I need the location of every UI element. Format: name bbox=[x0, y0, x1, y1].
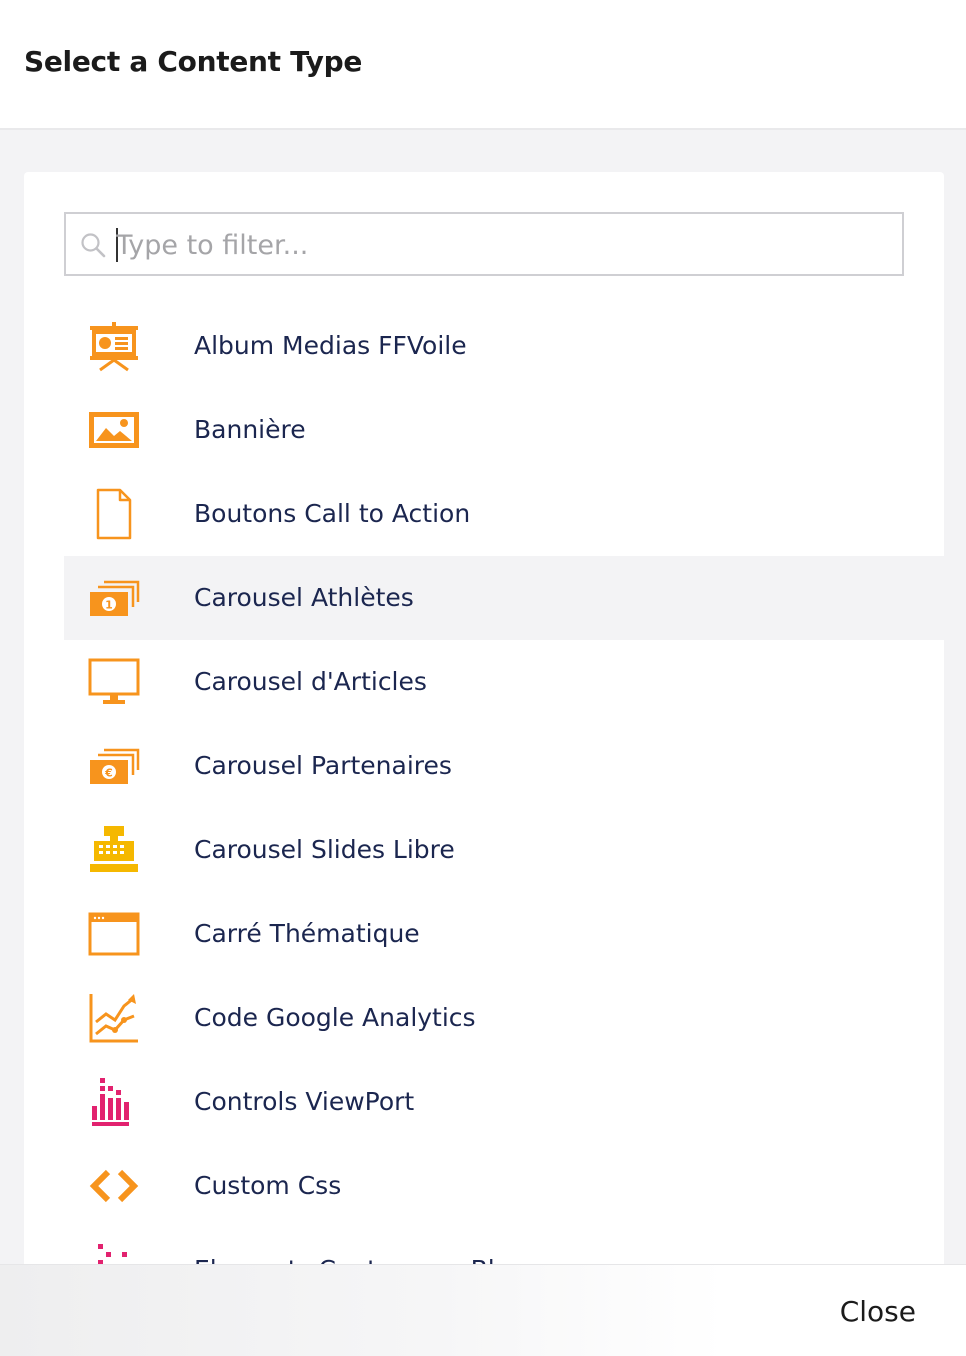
close-button[interactable]: Close bbox=[840, 1295, 916, 1328]
content-type-label: Bannière bbox=[194, 415, 306, 444]
content-type-item-album-medias[interactable]: Album Medias FFVoile bbox=[64, 304, 944, 388]
content-type-label: Code Google Analytics bbox=[194, 1003, 476, 1032]
content-type-label: Boutons Call to Action bbox=[194, 499, 471, 528]
content-type-item-carousel-articles[interactable]: Carousel d'Articles bbox=[64, 640, 944, 724]
dialog-footer: Close bbox=[0, 1264, 966, 1356]
content-type-item-carre-thematique[interactable]: Carré Thématique bbox=[64, 892, 944, 976]
search-icon bbox=[81, 233, 106, 258]
content-type-item-banniere[interactable]: Bannière bbox=[64, 388, 944, 472]
content-type-panel: Album Medias FFVoile Bannière Bouton bbox=[24, 172, 944, 1282]
content-type-label: Carousel Athlètes bbox=[194, 583, 414, 612]
content-type-item-boutons-cta[interactable]: Boutons Call to Action bbox=[64, 472, 944, 556]
content-type-label: Custom Css bbox=[194, 1171, 342, 1200]
content-type-item-custom-css[interactable]: Custom Css bbox=[64, 1144, 944, 1228]
dialog-title: Select a Content Type bbox=[24, 45, 363, 78]
content-type-label: Carousel Slides Libre bbox=[194, 835, 455, 864]
cash-register-icon bbox=[88, 824, 140, 876]
picture-icon bbox=[88, 404, 140, 456]
content-type-label: Controls ViewPort bbox=[194, 1087, 415, 1116]
stacked-bills-icon: 1 bbox=[88, 572, 140, 624]
document-icon bbox=[88, 488, 140, 540]
svg-text:€: € bbox=[104, 767, 113, 780]
pixel-grid-icon bbox=[88, 1076, 140, 1128]
code-brackets-icon bbox=[88, 1160, 140, 1212]
content-type-item-carousel-partenaires[interactable]: € Carousel Partenaires bbox=[64, 724, 944, 808]
stacked-euro-bills-icon: € bbox=[88, 740, 140, 792]
content-type-label: Carré Thématique bbox=[194, 919, 420, 948]
content-type-item-google-analytics[interactable]: Code Google Analytics bbox=[64, 976, 944, 1060]
svg-text:1: 1 bbox=[105, 599, 113, 612]
monitor-icon bbox=[88, 656, 140, 708]
content-type-label: Carousel d'Articles bbox=[194, 667, 427, 696]
browser-window-icon bbox=[88, 908, 140, 960]
filter-input[interactable] bbox=[114, 220, 888, 270]
content-type-label: Carousel Partenaires bbox=[194, 751, 452, 780]
content-type-label: Album Medias FFVoile bbox=[194, 331, 467, 360]
presentation-board-icon bbox=[88, 320, 140, 372]
content-type-item-carousel-slides[interactable]: Carousel Slides Libre bbox=[64, 808, 944, 892]
content-type-item-controls-viewport[interactable]: Controls ViewPort bbox=[64, 1060, 944, 1144]
dialog-header: Select a Content Type bbox=[0, 0, 966, 130]
line-chart-icon bbox=[88, 992, 140, 1044]
filter-box[interactable] bbox=[64, 212, 904, 276]
content-type-list: Album Medias FFVoile Bannière Boutons Ca… bbox=[64, 304, 944, 1282]
content-type-item-carousel-athletes[interactable]: 1 Carousel Athlètes bbox=[64, 556, 944, 640]
